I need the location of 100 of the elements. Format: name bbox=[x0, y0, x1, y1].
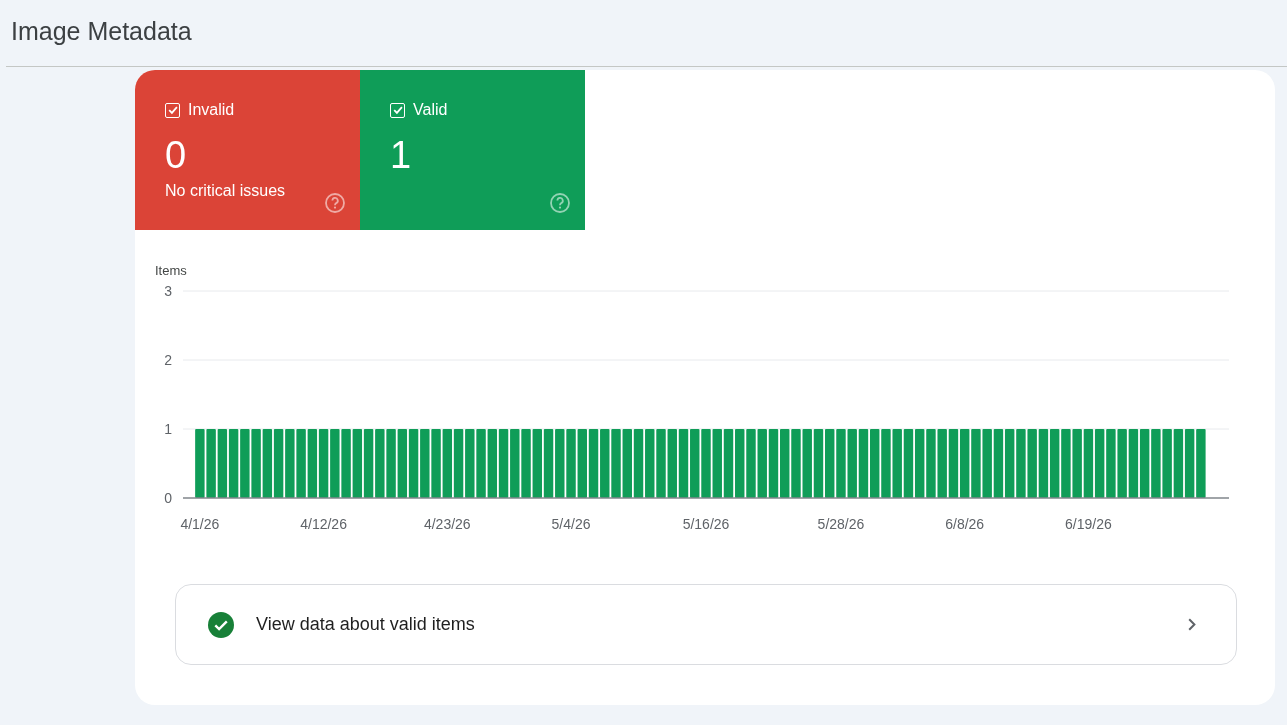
chart-bar bbox=[1083, 429, 1094, 498]
chart-bar bbox=[1038, 429, 1049, 498]
chevron-right-icon bbox=[1188, 618, 1196, 631]
chart-bar bbox=[273, 429, 284, 498]
axis-label: 4/23/26 bbox=[423, 516, 471, 532]
chart-bar bbox=[566, 429, 576, 498]
chart-bar bbox=[386, 429, 396, 498]
chart-bar bbox=[420, 429, 430, 498]
chart-bar bbox=[847, 429, 857, 498]
axis-title: Items bbox=[155, 263, 187, 278]
chart-bar bbox=[588, 429, 599, 498]
details-link[interactable]: View data about valid items bbox=[175, 584, 1237, 665]
chart-bar bbox=[352, 429, 363, 498]
chart-bar bbox=[1139, 429, 1150, 498]
checkbox[interactable] bbox=[165, 102, 180, 118]
chart-bar bbox=[1049, 429, 1060, 498]
chart-bar bbox=[735, 429, 745, 498]
chart-bar bbox=[1173, 429, 1184, 498]
chart-bar bbox=[791, 429, 801, 498]
axis-label: 3 bbox=[164, 283, 172, 299]
chart-bar bbox=[723, 429, 734, 498]
chart-bar bbox=[476, 429, 486, 498]
chart-bar bbox=[555, 429, 565, 498]
chart-bar bbox=[600, 429, 610, 498]
chart-bar bbox=[1072, 429, 1082, 498]
chart-bar bbox=[307, 429, 318, 498]
chart-bar bbox=[746, 429, 756, 498]
chart-bar bbox=[1184, 429, 1195, 498]
chart-bar bbox=[802, 429, 812, 498]
chart-bar bbox=[982, 429, 992, 498]
chart-bar bbox=[757, 429, 767, 498]
chart-bar bbox=[858, 429, 869, 498]
axis-label: 6/19/26 bbox=[1065, 516, 1112, 532]
axis-label: 2 bbox=[164, 352, 172, 368]
chart-bar bbox=[836, 429, 846, 498]
axis-label: 5/16/26 bbox=[682, 516, 730, 532]
chart-bar bbox=[611, 429, 621, 498]
status-tile[interactable]: Valid 1 bbox=[360, 70, 585, 230]
chart-bar bbox=[532, 429, 542, 498]
chart-bar bbox=[195, 429, 205, 498]
chart-bar bbox=[825, 429, 835, 498]
chart-bar bbox=[251, 429, 261, 498]
chart-bar bbox=[768, 429, 779, 498]
chart-bar bbox=[408, 429, 419, 498]
chart-bar bbox=[645, 429, 655, 498]
chart-bar bbox=[318, 429, 329, 498]
chart-bar bbox=[521, 429, 531, 498]
axis-label: 5/28/26 bbox=[817, 516, 865, 532]
chart-bar bbox=[330, 429, 340, 498]
chart-bar bbox=[813, 429, 824, 498]
chart-bar bbox=[948, 429, 959, 498]
chart-bar bbox=[667, 429, 677, 498]
tile-count: 1 bbox=[390, 136, 412, 174]
tile-count: 0 bbox=[165, 136, 187, 174]
axis-label: 0 bbox=[164, 490, 172, 506]
chart-bar bbox=[217, 429, 228, 498]
chart-bar bbox=[971, 429, 981, 498]
chart-bar bbox=[959, 429, 970, 498]
chart-bar bbox=[1128, 429, 1139, 498]
chart-bar bbox=[543, 429, 554, 498]
chart-bar bbox=[1027, 429, 1037, 498]
chart-bar bbox=[228, 429, 239, 498]
check-circle-icon bbox=[208, 611, 234, 638]
chart-bar bbox=[510, 429, 520, 498]
chart-bar bbox=[1016, 429, 1026, 498]
chart-bar bbox=[622, 429, 632, 498]
chart-bar bbox=[397, 429, 408, 498]
help-icon[interactable] bbox=[550, 193, 570, 213]
chart-bar bbox=[487, 429, 497, 498]
chart-bar bbox=[498, 429, 509, 498]
chart-bar bbox=[656, 429, 666, 498]
chart-bar bbox=[240, 429, 250, 498]
chart-bar bbox=[577, 429, 587, 498]
axis-label: 6/8/26 bbox=[945, 516, 985, 532]
axis-label: 4/12/26 bbox=[300, 516, 347, 532]
page-title: Image Metadata bbox=[11, 16, 192, 46]
checkbox[interactable] bbox=[390, 102, 405, 118]
tile-label: Valid bbox=[413, 101, 448, 119]
chart-bar bbox=[453, 429, 464, 498]
chart-bar bbox=[341, 429, 351, 498]
chart-bar bbox=[1117, 429, 1127, 498]
chart-bar bbox=[881, 429, 891, 498]
status-tile[interactable]: Invalid 0 No critical issues bbox=[135, 70, 360, 230]
tile-detail: No critical issues bbox=[165, 181, 286, 201]
chart-bar bbox=[1004, 429, 1015, 498]
axis-label: 5/4/26 bbox=[551, 516, 591, 532]
chart-bar bbox=[262, 429, 273, 498]
help-icon[interactable] bbox=[325, 193, 345, 213]
chart-bar bbox=[712, 429, 722, 498]
axis-label: 1 bbox=[164, 421, 172, 437]
chart-bar bbox=[465, 429, 475, 498]
chart-bar bbox=[926, 429, 936, 498]
chart-bar bbox=[892, 429, 902, 498]
chart-bar bbox=[780, 429, 790, 498]
chart-bar bbox=[1094, 429, 1105, 498]
chart-bar bbox=[915, 429, 925, 498]
chart-bar bbox=[1106, 429, 1116, 498]
chart-bar bbox=[678, 429, 689, 498]
tile-label: Invalid bbox=[188, 101, 235, 119]
chart-bar bbox=[285, 429, 295, 498]
